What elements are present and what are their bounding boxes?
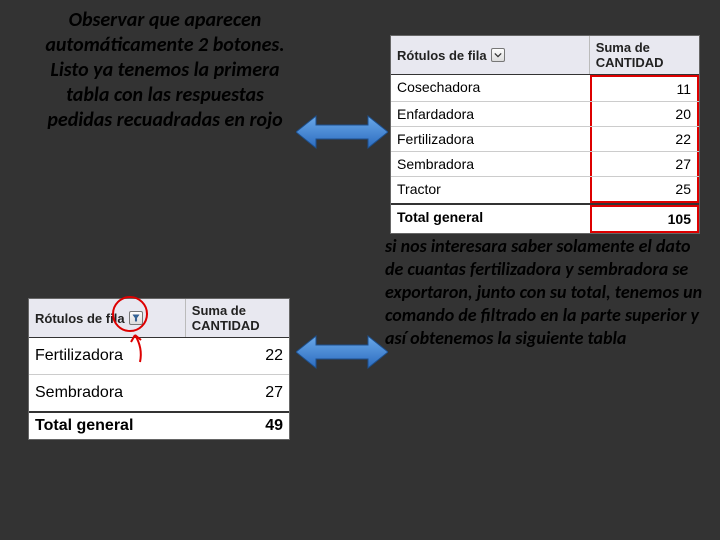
total-label: Total general [391,205,590,233]
pivot-header: Rótulos de fila Suma de CANTIDAD [391,36,699,75]
table-row: Sembradora 27 [29,375,289,411]
pivot-table-filtered: Rótulos de fila Suma de CANTIDAD Fertili… [28,298,290,440]
table-row: Fertilizadora 22 [391,127,699,152]
table-row: Cosechadora 11 [391,75,699,102]
chevron-down-icon [494,51,502,59]
row-value-highlighted: 11 [590,75,699,101]
row-label: Sembradora [391,152,590,176]
total-value: 49 [186,413,289,439]
table-row: Enfardadora 20 [391,102,699,127]
total-value-highlighted: 105 [590,205,699,233]
header-rotulos-label: Rótulos de fila [397,48,487,63]
row-label: Cosechadora [391,75,590,101]
row-label: Fertilizadora [29,343,186,369]
row-value: 27 [186,380,289,406]
total-row: Total general 49 [29,411,289,439]
double-arrow-icon [296,112,388,152]
row-value-highlighted: 27 [590,152,699,176]
funnel-icon [132,314,140,322]
row-label: Enfardadora [391,102,590,126]
table-row: Sembradora 27 [391,152,699,177]
row-label: Sembradora [29,380,186,406]
row-value: 22 [186,343,289,369]
pivot-header: Rótulos de fila Suma de CANTIDAD [29,299,289,338]
table-row: Fertilizadora 22 [29,338,289,375]
row-label: Tractor [391,177,590,203]
row-label: Fertilizadora [391,127,590,151]
header-rotulos-label: Rótulos de fila [35,311,125,326]
header-rotulos: Rótulos de fila [29,299,186,337]
header-suma: Suma de CANTIDAD [590,36,699,74]
row-value-highlighted: 25 [590,177,699,203]
instruction-text-right: si nos interesara saber solamente el dat… [385,235,705,350]
row-value-highlighted: 20 [590,102,699,126]
total-row: Total general 105 [391,203,699,233]
table-row: Tractor 25 [391,177,699,203]
header-rotulos: Rótulos de fila [391,36,590,74]
instruction-text-top: Observar que aparecen automáticamente 2 … [35,8,295,133]
pivot-table-full: Rótulos de fila Suma de CANTIDAD Cosecha… [390,35,700,234]
filter-dropdown-button[interactable] [491,48,505,62]
filter-dropdown-button[interactable] [129,311,143,325]
total-label: Total general [29,413,186,439]
header-suma: Suma de CANTIDAD [186,299,289,337]
double-arrow-icon [296,332,388,372]
row-value-highlighted: 22 [590,127,699,151]
